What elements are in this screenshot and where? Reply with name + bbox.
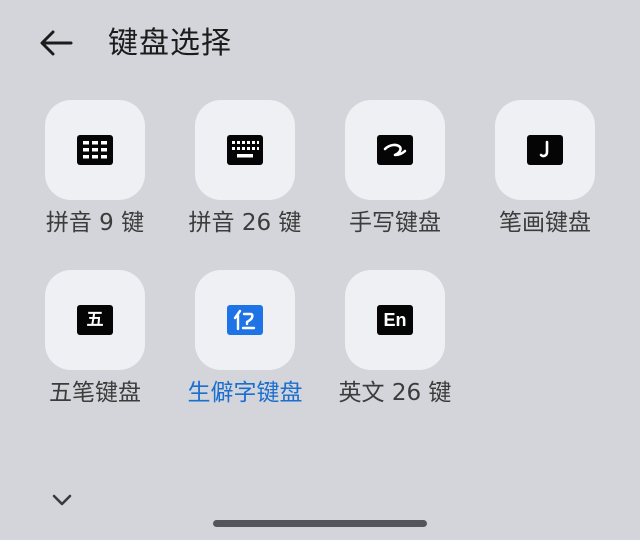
arrow-left-icon: [40, 30, 73, 56]
page-title: 键盘选择: [108, 26, 232, 61]
wubi-icon: 五: [77, 305, 113, 335]
keyboard-option-label: 拼音 26 键: [188, 210, 302, 236]
keyboard-option-label: 笔画键盘: [499, 210, 591, 236]
keyboard-option-tile[interactable]: [195, 270, 295, 370]
back-button[interactable]: [36, 26, 76, 60]
home-indicator[interactable]: [213, 520, 427, 527]
keyboard-option-rare-characters[interactable]: 生僻字键盘: [180, 270, 310, 420]
keyboard-option-label: 手写键盘: [349, 210, 441, 236]
keyboard-option-tile[interactable]: [495, 100, 595, 200]
nine-key-grid-icon: [77, 135, 113, 165]
keyboard-option-tile[interactable]: En: [345, 270, 445, 370]
full-keyboard-icon: [227, 135, 263, 165]
english-icon: En: [377, 305, 413, 335]
keyboard-option-tile[interactable]: [195, 100, 295, 200]
keyboard-option-tile[interactable]: [345, 100, 445, 200]
keyboard-option-tile[interactable]: 五: [45, 270, 145, 370]
keyboard-option-pinyin-26[interactable]: 拼音 26 键: [180, 100, 310, 250]
keyboard-option-label: 五笔键盘: [49, 380, 141, 406]
keyboard-option-pinyin-9[interactable]: 拼音 9 键: [30, 100, 160, 250]
keyboard-option-tile[interactable]: [45, 100, 145, 200]
keyboard-option-label: 拼音 9 键: [45, 210, 145, 236]
handwriting-stroke-icon: [377, 135, 413, 165]
chevron-down-icon: [52, 494, 72, 506]
rare-char-icon: [227, 305, 263, 335]
keyboard-option-wubi[interactable]: 五 五笔键盘: [30, 270, 160, 420]
keyboard-option-english-26[interactable]: En 英文 26 键: [330, 270, 460, 420]
keyboard-option-label: 英文 26 键: [338, 380, 452, 406]
keyboard-option-handwriting[interactable]: 手写键盘: [330, 100, 460, 250]
collapse-button[interactable]: [46, 486, 78, 514]
keyboard-option-label: 生僻字键盘: [187, 380, 303, 406]
stroke-icon: [527, 135, 563, 165]
keyboard-option-stroke[interactable]: 笔画键盘: [480, 100, 610, 250]
